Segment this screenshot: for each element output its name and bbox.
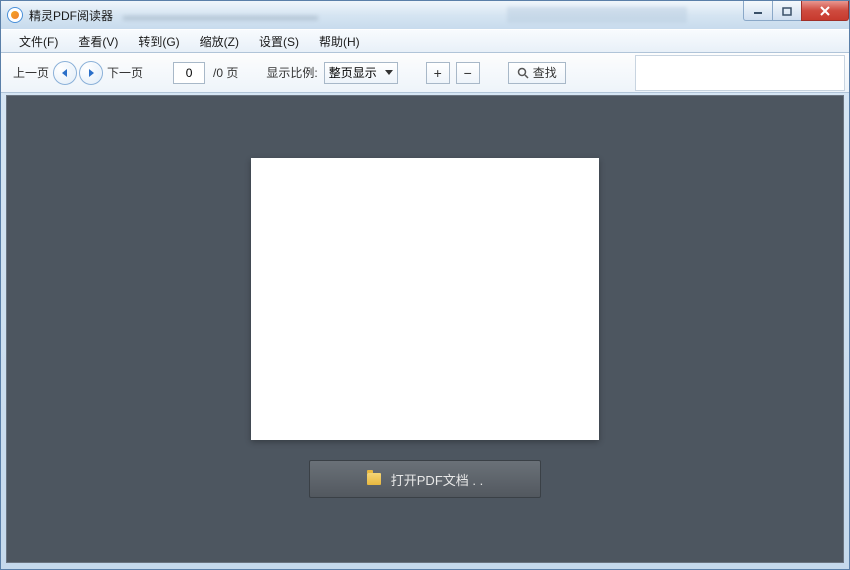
- menu-file[interactable]: 文件(F): [9, 30, 68, 53]
- search-label: 查找: [533, 64, 557, 81]
- chevron-down-icon: [385, 70, 393, 75]
- minimize-icon: [753, 6, 763, 16]
- menu-settings[interactable]: 设置(S): [249, 30, 309, 53]
- arrow-right-icon: [85, 67, 97, 79]
- nav-group: 上一页 下一页: [11, 61, 145, 85]
- document-page: [251, 158, 599, 440]
- search-icon: [517, 67, 529, 79]
- prev-page-label: 上一页: [11, 64, 51, 81]
- menu-goto[interactable]: 转到(G): [128, 30, 189, 53]
- page-number-input[interactable]: [173, 62, 205, 84]
- folder-icon: [367, 473, 381, 485]
- close-icon: [819, 5, 831, 17]
- zoom-select[interactable]: 整页显示: [324, 62, 398, 84]
- close-button[interactable]: [801, 1, 849, 21]
- app-icon: [7, 7, 23, 23]
- page-total-label: /0 页: [213, 64, 238, 81]
- open-pdf-button[interactable]: 打开PDF文档 . .: [309, 460, 541, 498]
- app-window: 精灵PDF阅读器 ▬▬▬▬▬▬▬▬▬▬▬▬▬▬▬ 文件(F) 查看(V) 转到(…: [0, 0, 850, 570]
- menu-help[interactable]: 帮助(H): [309, 30, 370, 53]
- zoom-out-button[interactable]: −: [456, 62, 480, 84]
- maximize-icon: [782, 6, 792, 16]
- maximize-button[interactable]: [772, 1, 802, 21]
- menu-view[interactable]: 查看(V): [68, 30, 128, 53]
- arrow-left-icon: [59, 67, 71, 79]
- zoom-label: 显示比例:: [266, 64, 317, 81]
- search-button[interactable]: 查找: [508, 62, 566, 84]
- titlebar: 精灵PDF阅读器 ▬▬▬▬▬▬▬▬▬▬▬▬▬▬▬: [1, 1, 849, 29]
- window-controls: [743, 1, 849, 21]
- next-page-button[interactable]: [79, 61, 103, 85]
- app-title: 精灵PDF阅读器: [29, 7, 113, 24]
- title-blur-box: [507, 7, 687, 23]
- zoom-value: 整页显示: [329, 64, 377, 81]
- content-area: 打开PDF文档 . .: [6, 95, 844, 563]
- open-pdf-label: 打开PDF文档 . .: [391, 470, 483, 489]
- title-blur-text: ▬▬▬▬▬▬▬▬▬▬▬▬▬▬▬: [123, 8, 507, 23]
- menu-zoom[interactable]: 缩放(Z): [190, 30, 249, 53]
- menubar: 文件(F) 查看(V) 转到(G) 缩放(Z) 设置(S) 帮助(H): [1, 29, 849, 53]
- zoom-in-button[interactable]: +: [426, 62, 450, 84]
- prev-page-button[interactable]: [53, 61, 77, 85]
- right-panel: [635, 55, 845, 91]
- minimize-button[interactable]: [743, 1, 773, 21]
- next-page-label: 下一页: [105, 64, 145, 81]
